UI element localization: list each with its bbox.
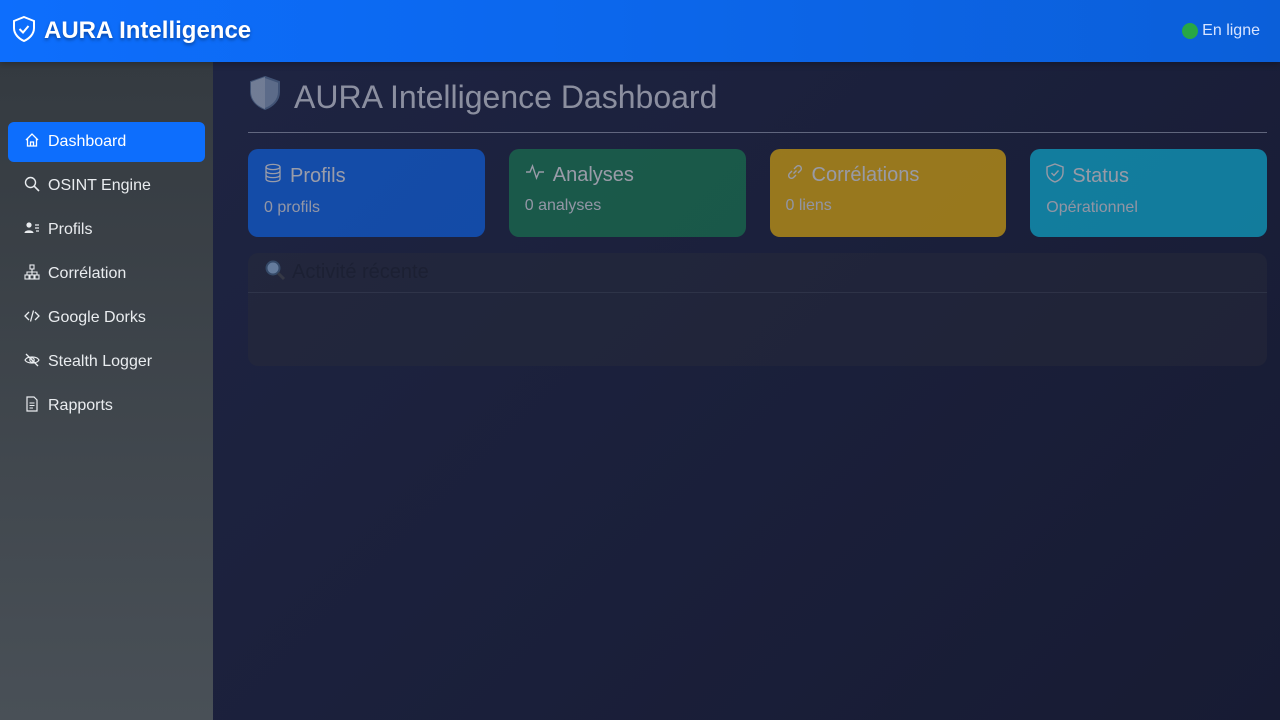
connection-status: En ligne (1182, 22, 1260, 40)
sidebar-item-label: Corrélation (48, 265, 127, 282)
card-title: Analyses (552, 163, 634, 186)
recent-activity-header: Activité récente (248, 253, 1267, 293)
brand[interactable]: AURA Intelligence (12, 15, 252, 47)
sidebar-item-stealth-logger[interactable]: Stealth Logger (8, 342, 205, 382)
recent-activity-title: Activité récente (292, 261, 429, 283)
card-title: Corrélations (811, 163, 920, 186)
page-title: AURA Intelligence Dashboard (248, 75, 1267, 119)
sidebar-item-google-dorks[interactable]: Google Dorks (8, 298, 205, 338)
link-icon (786, 163, 804, 187)
stat-card-profils[interactable]: Profils 0 profils (248, 149, 485, 237)
eye-slash-icon (24, 352, 40, 373)
sidebar-item-label: Rapports (48, 397, 113, 414)
sidebar-item-label: OSINT Engine (48, 177, 151, 194)
sidebar-item-label: Google Dorks (48, 309, 146, 326)
card-title: Profils (290, 164, 346, 187)
recent-activity-panel: Activité récente (248, 253, 1267, 366)
sidebar-item-dashboard[interactable]: Dashboard (8, 122, 205, 162)
top-navbar: AURA Intelligence En ligne (0, 0, 1280, 62)
card-value: 0 analyses (524, 197, 602, 214)
sidebar-item-label: Dashboard (48, 133, 127, 150)
shield-check-icon (12, 15, 36, 47)
magnifier-emoji-icon (264, 259, 286, 287)
card-title: Status (1072, 164, 1129, 187)
document-icon (24, 395, 40, 417)
title-divider (248, 132, 1267, 133)
stat-card-correlations[interactable]: Corrélations 0 liens (769, 149, 1007, 237)
activity-icon (525, 163, 545, 187)
database-icon (264, 163, 282, 189)
shield-check-icon (1046, 163, 1064, 189)
card-value: Opérationnel (1046, 199, 1138, 216)
sidebar-item-osint-engine[interactable]: OSINT Engine (8, 166, 205, 206)
sidebar-item-correlation[interactable]: Corrélation (8, 254, 205, 294)
sidebar: Dashboard OSINT Engine Profils Corrélati… (0, 56, 213, 720)
card-value: 0 liens (785, 197, 832, 214)
network-icon (24, 263, 40, 285)
brand-title: AURA Intelligence (44, 17, 252, 44)
dimmed-content: AURA Intelligence Dashboard Profils 0 pr… (248, 75, 1267, 366)
sidebar-item-profils[interactable]: Profils (8, 210, 205, 250)
sidebar-item-rapports[interactable]: Rapports (8, 386, 205, 426)
status-label: En ligne (1202, 22, 1260, 39)
stat-card-status[interactable]: Status Opérationnel (1030, 149, 1267, 237)
main-content: AURA Intelligence Dashboard Profils 0 pr… (213, 62, 1280, 720)
sidebar-item-label: Profils (48, 221, 93, 238)
stat-card-analyses[interactable]: Analyses 0 analyses (508, 149, 746, 237)
home-icon (24, 132, 40, 153)
code-icon (24, 308, 40, 329)
user-list-icon (24, 220, 40, 241)
search-icon (24, 176, 40, 197)
shield-icon (248, 75, 282, 119)
online-indicator (1182, 23, 1199, 39)
sidebar-item-label: Stealth Logger (48, 353, 153, 370)
card-value: 0 profils (264, 199, 321, 216)
page-title-text: AURA Intelligence Dashboard (294, 78, 718, 115)
stat-cards: Profils 0 profils Analyses 0 analyses Co… (248, 149, 1267, 237)
